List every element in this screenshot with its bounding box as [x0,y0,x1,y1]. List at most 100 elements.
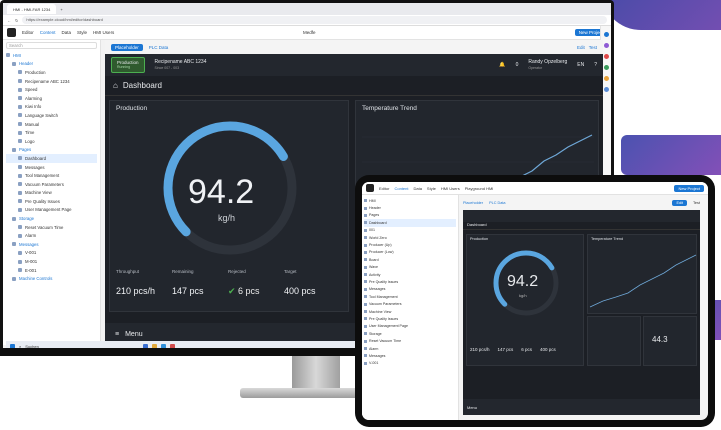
tree-item[interactable]: Dashboard [6,154,97,163]
tree-item-label: World Zero [369,235,387,240]
tree-item[interactable]: Pre Quality Issues [6,197,97,206]
placeholder-button[interactable]: Placeholder [111,43,143,51]
menu-button[interactable]: Menu [467,405,477,410]
tree-item[interactable]: Wave [364,264,456,271]
tree-item[interactable]: Production [6,68,97,77]
help-icon[interactable]: ? [594,62,597,68]
tree-search-input[interactable]: Search [6,42,97,49]
tree-item[interactable]: Kiwi Info [6,103,97,112]
sidebar-icon[interactable] [603,43,609,48]
tree-item[interactable]: Pre Quality Issues [364,278,456,285]
sidebar-icon[interactable] [603,65,609,70]
tab-style[interactable]: Style [427,186,436,191]
new-project-button[interactable]: New Project [674,184,704,192]
tree-item[interactable]: HMI [364,197,456,204]
tree-item[interactable]: Machine Controls [6,274,97,283]
tree-item[interactable]: Time [6,128,97,137]
tab-style[interactable]: Style [77,30,87,35]
tree-item-label: Pre Quality Issues [369,316,399,321]
new-tab-icon[interactable]: + [60,7,62,12]
tab-content[interactable]: Content [40,30,56,35]
tree-item[interactable]: 001 [364,227,456,234]
tree-item[interactable]: User Management Page [6,206,97,215]
language-switch[interactable]: EN [577,62,584,68]
reload-icon[interactable]: ↻ [15,18,18,23]
back-icon[interactable]: ← [7,18,11,23]
tree-item[interactable]: Tool Management [364,293,456,300]
tree-item[interactable]: Activity [364,271,456,278]
page-icon [18,70,22,75]
tree-item[interactable]: World Zero [364,234,456,241]
tree-item[interactable]: Producer (Low) [364,249,456,256]
tree-item[interactable]: Machine View [6,189,97,198]
tree-item[interactable]: Alarm [364,345,456,352]
sidebar-icon[interactable] [603,87,609,92]
tree-item[interactable]: V-001 [6,249,97,258]
stat-value: 400 pcs [540,347,556,352]
tree-item[interactable]: Alarming [6,94,97,103]
tree-item[interactable]: V-001 [364,360,456,367]
tree-item[interactable]: Manual [6,120,97,129]
tree-item[interactable]: Reset Vacuum Time [364,337,456,344]
tree-item[interactable]: Board [364,256,456,263]
tab-hmi-users[interactable]: HMI Users [441,186,460,191]
page-icon [18,268,22,273]
tree-item[interactable]: HMI [6,51,97,60]
tab-hmi-users[interactable]: HMI Users [93,30,114,35]
test-button[interactable]: Test [589,45,597,50]
placeholder-button[interactable]: Placeholder [463,201,483,205]
tree-item[interactable]: Pre Quality Issues [364,315,456,322]
bell-icon[interactable]: 🔔 [499,62,505,68]
tree-item[interactable]: Messages [364,286,456,293]
tree-item-label: User Management Page [25,207,72,213]
page-icon [364,273,367,277]
stat-value: 210 pcs/h [470,347,490,352]
tree-item[interactable]: Pages [6,146,97,155]
tree-item[interactable]: Reset Vacuum Time [6,223,97,232]
tree-item[interactable]: Alarm [6,231,97,240]
page-icon [18,104,22,109]
tree-item[interactable]: Pages [364,212,456,219]
tree-item[interactable]: Tool Management [6,171,97,180]
tree-item[interactable]: Language Switch [6,111,97,120]
tree-item[interactable]: M-001 [6,257,97,266]
sidebar-icon[interactable] [603,54,609,59]
tab-content[interactable]: Content [394,186,408,191]
plc-data-button[interactable]: PLC Data [149,45,169,50]
tree-item[interactable]: Header [6,60,97,69]
browser-tab[interactable]: HMI - HMI-FAR 1234 [7,4,57,14]
production-status[interactable]: Production Running [111,57,145,73]
menu-button[interactable]: Menu [125,331,143,338]
tree-item[interactable]: Dashboard [364,219,456,227]
tree-item[interactable]: Messages [364,352,456,359]
page-icon [18,259,22,264]
tree-item[interactable]: Vacuum Parameters [364,300,456,307]
sidebar-icon[interactable] [603,76,609,81]
tree-item[interactable]: Vacuum Parameters [6,180,97,189]
tab-data[interactable]: Data [413,186,421,191]
tree-item[interactable]: Storage [364,330,456,337]
tree-item-label: Dashboard [25,155,47,161]
tree-item[interactable]: Recipename ABC 1234 [6,77,97,86]
plc-data-button[interactable]: PLC Data [489,201,505,205]
tree-item[interactable]: Storage [6,214,97,223]
tree-item[interactable]: User Management Page [364,323,456,330]
tree-item[interactable]: Producer (Up) [364,241,456,248]
tab-data[interactable]: Data [62,30,72,35]
tablet-toolbar: Editor Content Data Style HMI Users Play… [362,182,708,195]
address-field[interactable]: https://example.cloud/hmi/editor/dashboa… [22,16,607,24]
sidebar-icon[interactable] [603,32,609,37]
edit-button[interactable]: Edit [672,199,688,206]
menu-icon[interactable]: ≡ [115,331,119,338]
tree-item-label: V-001 [25,250,37,256]
tree-item[interactable]: E-001 [6,266,97,275]
tree-item[interactable]: Machine View [364,308,456,315]
tree-item[interactable]: Header [364,204,456,211]
tab-playground[interactable]: Playground HMI [465,186,494,191]
edit-button[interactable]: Edit [577,45,585,50]
tree-item[interactable]: Logo [6,137,97,146]
tree-item[interactable]: Messages [6,163,97,172]
test-button[interactable]: Test [693,201,700,205]
tree-item[interactable]: Messages [6,240,97,249]
tree-item[interactable]: Speed [6,85,97,94]
